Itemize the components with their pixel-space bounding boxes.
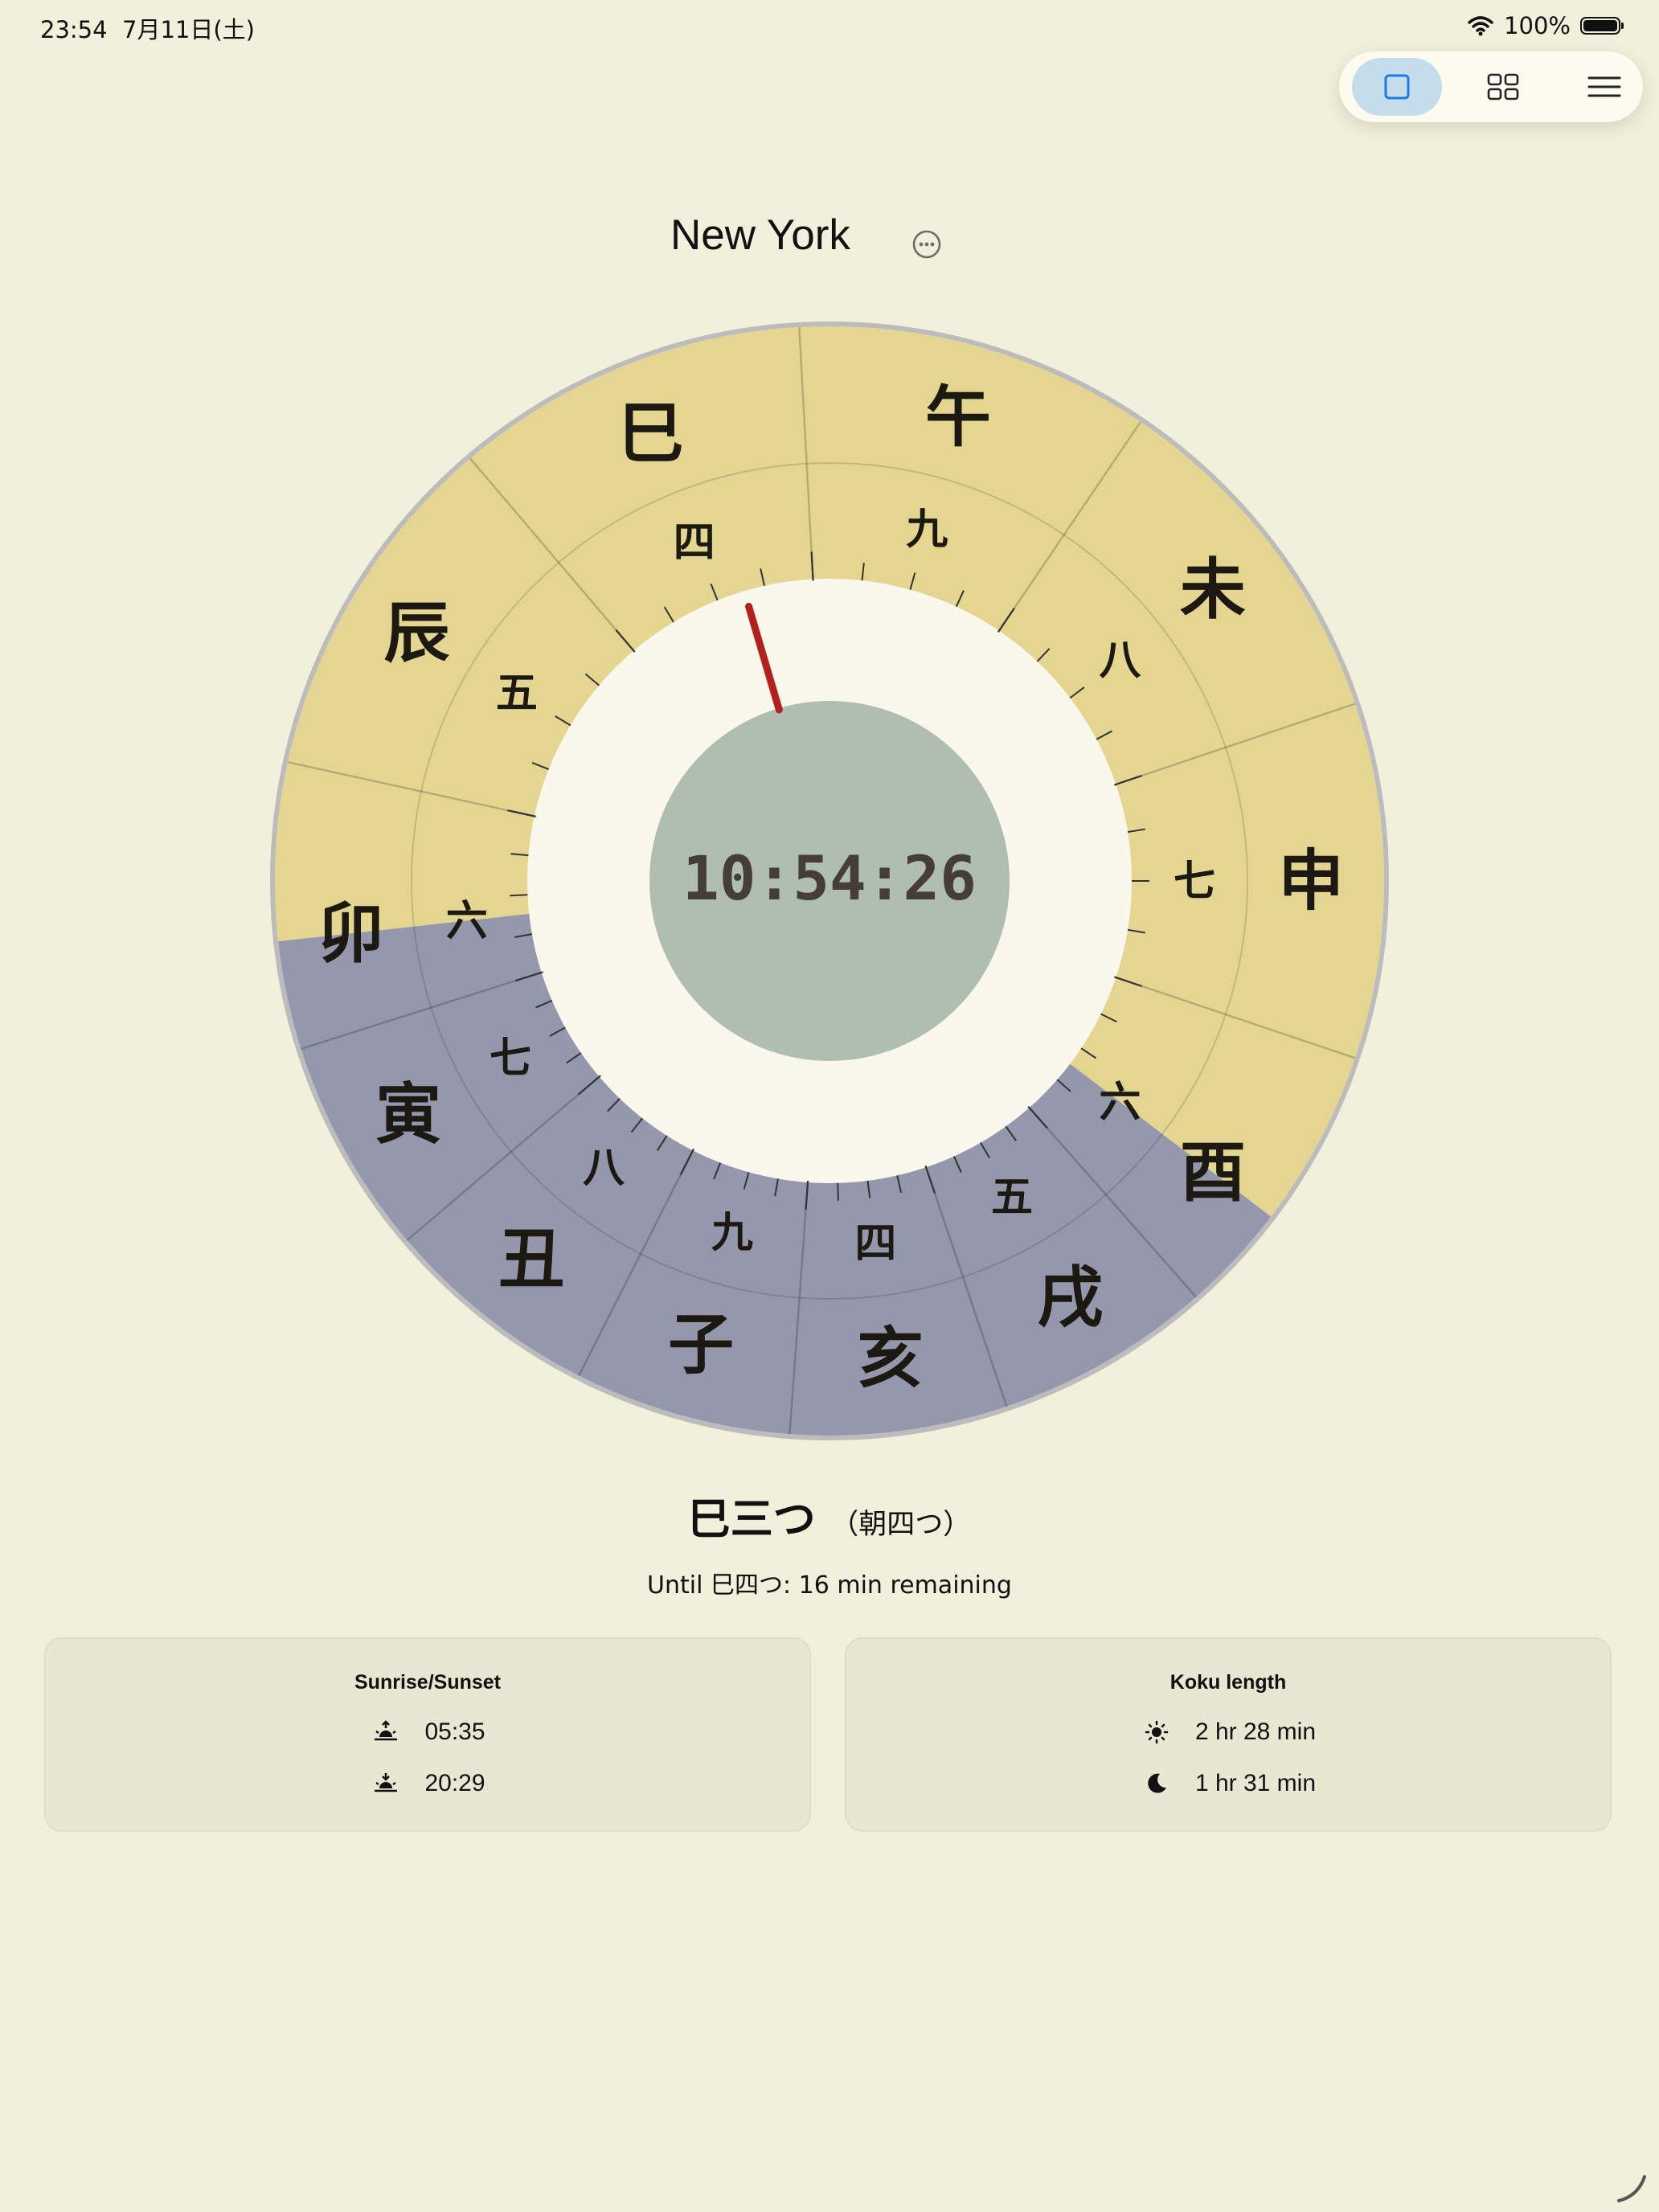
hour-numeral: 五 [496,669,538,718]
branch-label: 子 [668,1306,734,1383]
branch-label: 卯 [318,895,384,972]
branch-label: 未 [1180,551,1246,628]
koku-length-card: Koku length 2 hr 28 min 1 hr 31 min [845,1637,1612,1832]
hour-numeral: 八 [583,1144,625,1193]
hour-numeral: 六 [446,896,488,945]
sunset-time: 20:29 [424,1770,485,1796]
card-title: Sunrise/Sunset [354,1671,501,1694]
hour-numeral: 六 [1099,1078,1141,1127]
branch-label: 酉 [1180,1134,1246,1211]
sunrise-icon [370,1718,402,1747]
branch-label: 申 [1278,842,1344,920]
current-koku: 巳三つ （朝四つ） [0,1485,1659,1546]
sunset-row: 20:29 [46,1769,809,1798]
remaining-text: Until 巳四つ: 16 min remaining [647,1571,1012,1600]
sun-icon [1141,1718,1173,1747]
card-title: Koku length [1169,1671,1287,1694]
hour-numeral: 九 [906,506,948,555]
branch-label: 亥 [858,1320,924,1397]
digital-time: 10:54:26 [682,842,977,914]
hour-numeral: 四 [674,518,715,567]
hour-numeral: 七 [490,1034,531,1083]
corner-resize-icon[interactable] [1616,2172,1648,2204]
branch-label: 辰 [384,595,450,672]
moon-icon [1141,1769,1173,1798]
sunrise-row: 05:35 [46,1718,809,1747]
branch-label: 午 [925,379,991,456]
koku-name: 巳三つ [687,1495,816,1544]
sunset-icon [370,1769,402,1798]
sunrise-sunset-card: Sunrise/Sunset 05:35 20:29 [44,1637,811,1832]
sunrise-time: 05:35 [424,1718,485,1745]
hour-numeral: 四 [854,1219,896,1268]
branch-label: 戌 [1038,1260,1104,1337]
branch-label: 寅 [375,1075,441,1153]
day-koku-row: 2 hr 28 min [846,1718,1610,1747]
branch-label: 丑 [498,1220,564,1297]
clock-dial: 午九未八申七酉六戌五亥四子九丑八寅七卯 六辰五巳四 [270,322,1389,1440]
hour-numeral: 七 [1174,857,1215,906]
hour-numeral: 八 [1099,636,1141,685]
hour-numeral: 九 [711,1208,753,1257]
branch-label: 巳 [618,395,684,473]
night-koku-length: 1 hr 31 min [1194,1770,1317,1796]
day-koku-length: 2 hr 28 min [1194,1718,1317,1745]
koku-alias: （朝四つ） [830,1509,972,1541]
night-koku-row: 1 hr 31 min [846,1769,1610,1798]
hour-numeral: 五 [991,1173,1033,1222]
